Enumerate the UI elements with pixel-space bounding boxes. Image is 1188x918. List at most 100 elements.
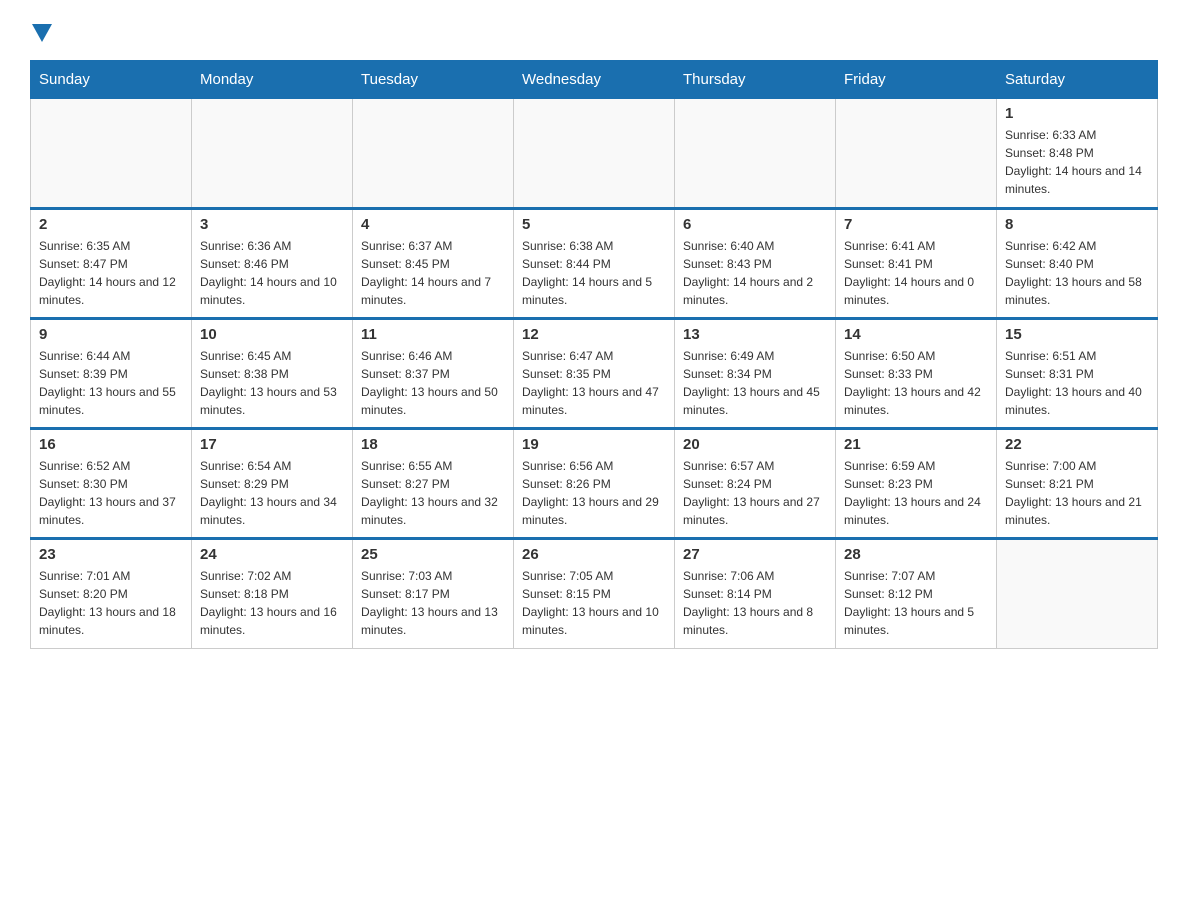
calendar-day-cell: 2Sunrise: 6:35 AM Sunset: 8:47 PM Daylig… [31, 209, 192, 319]
calendar-day-cell: 24 Sunrise: 7:02 AM Sunset: 8:18 PM Dayli… [192, 539, 353, 649]
day-info: Sunrise: 6:52 AM Sunset: 8:30 PM Dayligh… [39, 457, 183, 529]
calendar-day-cell: 6 Sunrise: 6:40 AM Sunset: 8:43 PM Daylig… [675, 209, 836, 319]
day-number: 18 [361, 436, 505, 453]
day-number: 6 [683, 216, 827, 233]
day-number: 16 [39, 436, 183, 453]
calendar-week-row: 16 Sunrise: 6:52 AM Sunset: 8:30 PM Dayli… [31, 429, 1158, 539]
calendar-day-cell [353, 99, 514, 209]
day-info: Sunrise: 7:07 AM Sunset: 8:12 PM Dayligh… [844, 567, 988, 639]
day-info: Sunrise: 6:54 AM Sunset: 8:29 PM Dayligh… [200, 457, 344, 529]
calendar-day-cell: 7 Sunrise: 6:41 AM Sunset: 8:41 PM Daylig… [836, 209, 997, 319]
calendar-day-cell [514, 99, 675, 209]
calendar-day-cell: 16 Sunrise: 6:52 AM Sunset: 8:30 PM Dayli… [31, 429, 192, 539]
weekday-header: Friday [836, 61, 997, 99]
calendar-week-row: 1 Sunrise: 6:33 AM Sunset: 8:48 PM Daylig… [31, 99, 1158, 209]
day-number: 20 [683, 436, 827, 453]
day-info: Sunrise: 7:02 AM Sunset: 8:18 PM Dayligh… [200, 567, 344, 639]
day-number: 14 [844, 326, 988, 343]
calendar-day-cell: 8 Sunrise: 6:42 AM Sunset: 8:40 PM Daylig… [997, 209, 1158, 319]
day-info: Sunrise: 6:38 AM Sunset: 8:44 PM Dayligh… [522, 237, 666, 309]
day-info: Sunrise: 6:41 AM Sunset: 8:41 PM Dayligh… [844, 237, 988, 309]
day-info: Sunrise: 6:55 AM Sunset: 8:27 PM Dayligh… [361, 457, 505, 529]
calendar-day-cell: 22 Sunrise: 7:00 AM Sunset: 8:21 PM Dayli… [997, 429, 1158, 539]
day-info: Sunrise: 7:06 AM Sunset: 8:14 PM Dayligh… [683, 567, 827, 639]
day-number: 9 [39, 326, 183, 343]
day-info: Sunrise: 6:35 AM Sunset: 8:47 PM Dayligh… [39, 237, 183, 309]
calendar-day-cell: 5 Sunrise: 6:38 AM Sunset: 8:44 PM Daylig… [514, 209, 675, 319]
day-info: Sunrise: 6:40 AM Sunset: 8:43 PM Dayligh… [683, 237, 827, 309]
day-info: Sunrise: 6:45 AM Sunset: 8:38 PM Dayligh… [200, 347, 344, 419]
day-number: 26 [522, 546, 666, 563]
calendar-day-cell: 3Sunrise: 6:36 AM Sunset: 8:46 PM Daylig… [192, 209, 353, 319]
calendar-day-cell: 1 Sunrise: 6:33 AM Sunset: 8:48 PM Daylig… [997, 99, 1158, 209]
day-number: 22 [1005, 436, 1149, 453]
calendar-day-cell: 26 Sunrise: 7:05 AM Sunset: 8:15 PM Dayli… [514, 539, 675, 649]
weekday-header: Wednesday [514, 61, 675, 99]
weekday-header: Thursday [675, 61, 836, 99]
calendar-day-cell: 10 Sunrise: 6:45 AM Sunset: 8:38 PM Dayli… [192, 319, 353, 429]
calendar-day-cell: 28 Sunrise: 7:07 AM Sunset: 8:12 PM Dayli… [836, 539, 997, 649]
day-number: 8 [1005, 216, 1149, 233]
day-number: 15 [1005, 326, 1149, 343]
day-info: Sunrise: 6:51 AM Sunset: 8:31 PM Dayligh… [1005, 347, 1149, 419]
calendar-day-cell: 17Sunrise: 6:54 AM Sunset: 8:29 PM Dayli… [192, 429, 353, 539]
calendar-week-row: 23Sunrise: 7:01 AM Sunset: 8:20 PM Dayli… [31, 539, 1158, 649]
weekday-header: Tuesday [353, 61, 514, 99]
weekday-header: Saturday [997, 61, 1158, 99]
day-number: 24 [200, 546, 344, 563]
day-number: 23 [39, 546, 183, 563]
day-info: Sunrise: 6:47 AM Sunset: 8:35 PM Dayligh… [522, 347, 666, 419]
day-info: Sunrise: 7:03 AM Sunset: 8:17 PM Dayligh… [361, 567, 505, 639]
day-number: 4 [361, 216, 505, 233]
day-info: Sunrise: 6:59 AM Sunset: 8:23 PM Dayligh… [844, 457, 988, 529]
day-info: Sunrise: 7:00 AM Sunset: 8:21 PM Dayligh… [1005, 457, 1149, 529]
day-number: 11 [361, 326, 505, 343]
calendar-day-cell [675, 99, 836, 209]
day-number: 28 [844, 546, 988, 563]
day-number: 21 [844, 436, 988, 453]
day-number: 5 [522, 216, 666, 233]
day-info: Sunrise: 6:37 AM Sunset: 8:45 PM Dayligh… [361, 237, 505, 309]
weekday-header: Monday [192, 61, 353, 99]
calendar-day-cell: 4 Sunrise: 6:37 AM Sunset: 8:45 PM Daylig… [353, 209, 514, 319]
day-number: 27 [683, 546, 827, 563]
day-number: 10 [200, 326, 344, 343]
day-number: 25 [361, 546, 505, 563]
calendar-day-cell: 12 Sunrise: 6:47 AM Sunset: 8:35 PM Dayli… [514, 319, 675, 429]
day-number: 1 [1005, 105, 1149, 122]
day-info: Sunrise: 6:50 AM Sunset: 8:33 PM Dayligh… [844, 347, 988, 419]
day-number: 13 [683, 326, 827, 343]
calendar-table: SundayMondayTuesdayWednesdayThursdayFrid… [30, 60, 1158, 649]
day-info: Sunrise: 6:49 AM Sunset: 8:34 PM Dayligh… [683, 347, 827, 419]
day-number: 12 [522, 326, 666, 343]
calendar-day-cell: 11 Sunrise: 6:46 AM Sunset: 8:37 PM Dayli… [353, 319, 514, 429]
day-number: 7 [844, 216, 988, 233]
calendar-week-row: 2Sunrise: 6:35 AM Sunset: 8:47 PM Daylig… [31, 209, 1158, 319]
page-header [30, 20, 1158, 42]
day-info: Sunrise: 6:56 AM Sunset: 8:26 PM Dayligh… [522, 457, 666, 529]
calendar-day-cell: 15 Sunrise: 6:51 AM Sunset: 8:31 PM Dayli… [997, 319, 1158, 429]
day-info: Sunrise: 6:57 AM Sunset: 8:24 PM Dayligh… [683, 457, 827, 529]
day-info: Sunrise: 7:05 AM Sunset: 8:15 PM Dayligh… [522, 567, 666, 639]
calendar-day-cell: 18 Sunrise: 6:55 AM Sunset: 8:27 PM Dayli… [353, 429, 514, 539]
calendar-week-row: 9 Sunrise: 6:44 AM Sunset: 8:39 PM Daylig… [31, 319, 1158, 429]
day-info: Sunrise: 6:46 AM Sunset: 8:37 PM Dayligh… [361, 347, 505, 419]
calendar-day-cell: 20 Sunrise: 6:57 AM Sunset: 8:24 PM Dayli… [675, 429, 836, 539]
logo-arrow-icon [32, 24, 52, 42]
calendar-day-cell: 25 Sunrise: 7:03 AM Sunset: 8:17 PM Dayli… [353, 539, 514, 649]
calendar-day-cell [836, 99, 997, 209]
calendar-day-cell: 19 Sunrise: 6:56 AM Sunset: 8:26 PM Dayli… [514, 429, 675, 539]
day-info: Sunrise: 6:44 AM Sunset: 8:39 PM Dayligh… [39, 347, 183, 419]
calendar-day-cell: 27 Sunrise: 7:06 AM Sunset: 8:14 PM Dayli… [675, 539, 836, 649]
calendar-day-cell [31, 99, 192, 209]
calendar-day-cell: 23Sunrise: 7:01 AM Sunset: 8:20 PM Dayli… [31, 539, 192, 649]
day-info: Sunrise: 6:42 AM Sunset: 8:40 PM Dayligh… [1005, 237, 1149, 309]
calendar-day-cell [192, 99, 353, 209]
day-info: Sunrise: 6:33 AM Sunset: 8:48 PM Dayligh… [1005, 126, 1149, 198]
calendar-day-cell: 14 Sunrise: 6:50 AM Sunset: 8:33 PM Dayli… [836, 319, 997, 429]
day-info: Sunrise: 6:36 AM Sunset: 8:46 PM Dayligh… [200, 237, 344, 309]
day-number: 19 [522, 436, 666, 453]
weekday-header: Sunday [31, 61, 192, 99]
calendar-day-cell: 21 Sunrise: 6:59 AM Sunset: 8:23 PM Dayli… [836, 429, 997, 539]
calendar-day-cell: 9 Sunrise: 6:44 AM Sunset: 8:39 PM Daylig… [31, 319, 192, 429]
